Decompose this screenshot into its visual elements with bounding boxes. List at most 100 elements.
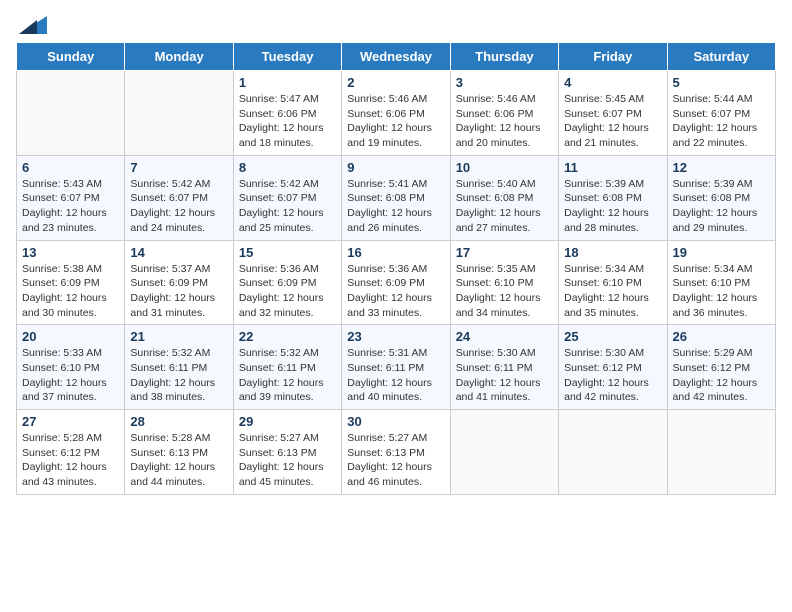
day-number: 21 [130,329,227,344]
day-number: 19 [673,245,770,260]
calendar-cell: 25 Sunrise: 5:30 AM Sunset: 6:12 PM Dayli… [559,325,667,410]
calendar-cell: 8 Sunrise: 5:42 AM Sunset: 6:07 PM Daylig… [233,155,341,240]
cell-info: Sunrise: 5:35 AM Sunset: 6:10 PM Dayligh… [456,262,553,321]
cell-info: Sunrise: 5:37 AM Sunset: 6:09 PM Dayligh… [130,262,227,321]
calendar-cell: 3 Sunrise: 5:46 AM Sunset: 6:06 PM Daylig… [450,71,558,156]
cell-info: Sunrise: 5:45 AM Sunset: 6:07 PM Dayligh… [564,92,661,151]
calendar-cell: 23 Sunrise: 5:31 AM Sunset: 6:11 PM Dayli… [342,325,450,410]
calendar-cell: 27 Sunrise: 5:28 AM Sunset: 6:12 PM Dayli… [17,410,125,495]
calendar-cell [667,410,775,495]
day-number: 5 [673,75,770,90]
calendar-cell: 12 Sunrise: 5:39 AM Sunset: 6:08 PM Dayli… [667,155,775,240]
logo [16,16,47,32]
day-number: 25 [564,329,661,344]
calendar-cell: 20 Sunrise: 5:33 AM Sunset: 6:10 PM Dayli… [17,325,125,410]
calendar-cell: 14 Sunrise: 5:37 AM Sunset: 6:09 PM Dayli… [125,240,233,325]
cell-info: Sunrise: 5:27 AM Sunset: 6:13 PM Dayligh… [239,431,336,490]
calendar-cell [125,71,233,156]
cell-info: Sunrise: 5:40 AM Sunset: 6:08 PM Dayligh… [456,177,553,236]
day-number: 16 [347,245,444,260]
calendar-cell: 19 Sunrise: 5:34 AM Sunset: 6:10 PM Dayli… [667,240,775,325]
calendar-cell: 9 Sunrise: 5:41 AM Sunset: 6:08 PM Daylig… [342,155,450,240]
calendar-cell: 28 Sunrise: 5:28 AM Sunset: 6:13 PM Dayli… [125,410,233,495]
calendar-cell: 4 Sunrise: 5:45 AM Sunset: 6:07 PM Daylig… [559,71,667,156]
cell-info: Sunrise: 5:41 AM Sunset: 6:08 PM Dayligh… [347,177,444,236]
calendar-cell [559,410,667,495]
calendar-cell: 17 Sunrise: 5:35 AM Sunset: 6:10 PM Dayli… [450,240,558,325]
cell-info: Sunrise: 5:34 AM Sunset: 6:10 PM Dayligh… [673,262,770,321]
cell-info: Sunrise: 5:42 AM Sunset: 6:07 PM Dayligh… [239,177,336,236]
logo-icon [19,16,47,34]
calendar-cell: 22 Sunrise: 5:32 AM Sunset: 6:11 PM Dayli… [233,325,341,410]
day-number: 26 [673,329,770,344]
day-number: 13 [22,245,119,260]
cell-info: Sunrise: 5:39 AM Sunset: 6:08 PM Dayligh… [564,177,661,236]
day-number: 7 [130,160,227,175]
col-header-monday: Monday [125,43,233,71]
cell-info: Sunrise: 5:30 AM Sunset: 6:12 PM Dayligh… [564,346,661,405]
calendar-cell: 29Sunrise: 5:27 AM Sunset: 6:13 PM Dayli… [233,410,341,495]
cell-info: Sunrise: 5:36 AM Sunset: 6:09 PM Dayligh… [239,262,336,321]
cell-info: Sunrise: 5:28 AM Sunset: 6:13 PM Dayligh… [130,431,227,490]
day-number: 23 [347,329,444,344]
day-number: 6 [22,160,119,175]
col-header-friday: Friday [559,43,667,71]
day-number: 24 [456,329,553,344]
day-number: 11 [564,160,661,175]
cell-info: Sunrise: 5:27 AM Sunset: 6:13 PM Dayligh… [347,431,444,490]
cell-info: Sunrise: 5:43 AM Sunset: 6:07 PM Dayligh… [22,177,119,236]
cell-info: Sunrise: 5:31 AM Sunset: 6:11 PM Dayligh… [347,346,444,405]
calendar-cell: 5Sunrise: 5:44 AM Sunset: 6:07 PM Daylig… [667,71,775,156]
calendar-cell: 13 Sunrise: 5:38 AM Sunset: 6:09 PM Dayli… [17,240,125,325]
calendar-cell: 18 Sunrise: 5:34 AM Sunset: 6:10 PM Dayli… [559,240,667,325]
calendar-cell: 15 Sunrise: 5:36 AM Sunset: 6:09 PM Dayli… [233,240,341,325]
calendar-cell: 2 Sunrise: 5:46 AM Sunset: 6:06 PM Daylig… [342,71,450,156]
calendar-cell: 1 Sunrise: 5:47 AM Sunset: 6:06 PM Daylig… [233,71,341,156]
cell-info: Sunrise: 5:32 AM Sunset: 6:11 PM Dayligh… [239,346,336,405]
day-number: 17 [456,245,553,260]
calendar-cell: 21 Sunrise: 5:32 AM Sunset: 6:11 PM Dayli… [125,325,233,410]
day-number: 12 [673,160,770,175]
cell-info: Sunrise: 5:33 AM Sunset: 6:10 PM Dayligh… [22,346,119,405]
cell-info: Sunrise: 5:47 AM Sunset: 6:06 PM Dayligh… [239,92,336,151]
calendar-cell: 6 Sunrise: 5:43 AM Sunset: 6:07 PM Daylig… [17,155,125,240]
col-header-tuesday: Tuesday [233,43,341,71]
col-header-sunday: Sunday [17,43,125,71]
calendar-cell [17,71,125,156]
page-header [16,16,776,32]
day-number: 10 [456,160,553,175]
cell-info: Sunrise: 5:39 AM Sunset: 6:08 PM Dayligh… [673,177,770,236]
col-header-saturday: Saturday [667,43,775,71]
calendar-cell: 7 Sunrise: 5:42 AM Sunset: 6:07 PM Daylig… [125,155,233,240]
day-number: 9 [347,160,444,175]
col-header-wednesday: Wednesday [342,43,450,71]
cell-info: Sunrise: 5:28 AM Sunset: 6:12 PM Dayligh… [22,431,119,490]
calendar-cell: 16 Sunrise: 5:36 AM Sunset: 6:09 PM Dayli… [342,240,450,325]
col-header-thursday: Thursday [450,43,558,71]
cell-info: Sunrise: 5:46 AM Sunset: 6:06 PM Dayligh… [347,92,444,151]
calendar-cell [450,410,558,495]
calendar-cell: 10 Sunrise: 5:40 AM Sunset: 6:08 PM Dayli… [450,155,558,240]
day-number: 14 [130,245,227,260]
calendar-table: SundayMondayTuesdayWednesdayThursdayFrid… [16,42,776,495]
cell-info: Sunrise: 5:30 AM Sunset: 6:11 PM Dayligh… [456,346,553,405]
cell-info: Sunrise: 5:46 AM Sunset: 6:06 PM Dayligh… [456,92,553,151]
day-number: 8 [239,160,336,175]
cell-info: Sunrise: 5:32 AM Sunset: 6:11 PM Dayligh… [130,346,227,405]
day-number: 15 [239,245,336,260]
day-number: 18 [564,245,661,260]
cell-info: Sunrise: 5:42 AM Sunset: 6:07 PM Dayligh… [130,177,227,236]
day-number: 3 [456,75,553,90]
day-number: 30 [347,414,444,429]
day-number: 4 [564,75,661,90]
day-number: 28 [130,414,227,429]
day-number: 1 [239,75,336,90]
day-number: 27 [22,414,119,429]
day-number: 20 [22,329,119,344]
day-number: 22 [239,329,336,344]
day-number: 2 [347,75,444,90]
calendar-cell: 30 Sunrise: 5:27 AM Sunset: 6:13 PM Dayli… [342,410,450,495]
cell-info: Sunrise: 5:38 AM Sunset: 6:09 PM Dayligh… [22,262,119,321]
cell-info: Sunrise: 5:34 AM Sunset: 6:10 PM Dayligh… [564,262,661,321]
cell-info: Sunrise: 5:36 AM Sunset: 6:09 PM Dayligh… [347,262,444,321]
